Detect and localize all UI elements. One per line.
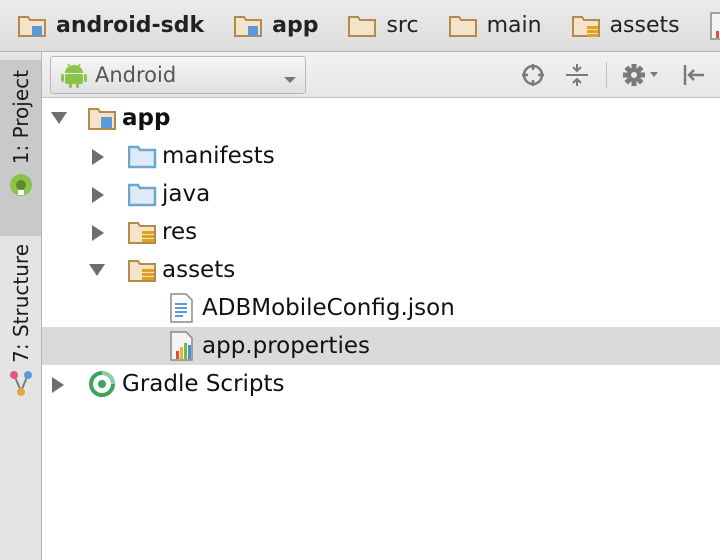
tree-row-label: res (162, 219, 198, 245)
properties-file-icon (709, 11, 720, 40)
tool-window-tab-project[interactable]: 1: Project (0, 60, 41, 236)
breadcrumb: android-sdk app src main assets a (0, 0, 720, 52)
folder-icon (128, 145, 157, 169)
view-mode-dropdown[interactable]: Android (50, 56, 306, 94)
tool-window-strip: 1: Project 7: Structure (0, 52, 42, 560)
chevron-down-icon (283, 70, 297, 89)
resource-folder-icon (128, 222, 156, 244)
project-tab-label: 1: Project (8, 70, 33, 165)
folder-icon (448, 14, 479, 38)
collapsed-arrow-icon[interactable] (90, 148, 106, 166)
tree-row-label: assets (162, 257, 236, 283)
breadcrumb-item-android-sdk[interactable]: android-sdk (0, 0, 214, 51)
android-icon (61, 61, 87, 89)
tree-row-label: manifests (162, 143, 275, 169)
toolbar-divider (606, 62, 607, 88)
module-folder-icon (88, 108, 116, 130)
resource-folder-icon (128, 260, 156, 282)
tree-row-label: app.properties (202, 333, 370, 359)
collapsed-arrow-icon[interactable] (90, 186, 106, 204)
tree-row-manifests[interactable]: manifests (42, 137, 720, 175)
locate-icon (522, 64, 544, 86)
collapsed-arrow-icon[interactable] (50, 376, 66, 394)
tree-row-app-properties[interactable]: app.properties (42, 327, 720, 365)
tree-row-label: java (162, 181, 211, 207)
gradle-icon (89, 371, 115, 397)
android-project-icon (8, 172, 34, 202)
tree-row-app[interactable]: app (42, 99, 720, 137)
tree-row-label: Gradle Scripts (122, 371, 285, 397)
breadcrumb-item-src[interactable]: src (328, 0, 428, 51)
expanded-arrow-icon[interactable] (88, 262, 106, 278)
structure-tab-label: 7: Structure (8, 244, 33, 363)
folder-icon (128, 183, 157, 207)
properties-file-icon (170, 331, 193, 361)
tree-row-res[interactable]: res (42, 213, 720, 251)
breadcrumb-item-main[interactable]: main (429, 0, 552, 51)
project-toolbar: Android (42, 52, 720, 98)
locate-button[interactable] (518, 60, 548, 90)
breadcrumb-item-app[interactable]: app (214, 0, 328, 51)
module-folder-icon (234, 14, 264, 38)
structure-icon (8, 369, 34, 403)
hide-icon (683, 65, 704, 85)
breadcrumb-item-assets[interactable]: assets (552, 0, 690, 51)
hide-button[interactable] (678, 60, 708, 90)
folder-icon (348, 14, 378, 38)
tree-row-label: ADBMobileConfig.json (202, 295, 455, 321)
tree-row-assets[interactable]: assets (42, 251, 720, 289)
view-mode-label: Android (95, 63, 177, 87)
resource-folder-icon (571, 14, 602, 38)
json-file-icon (170, 293, 193, 323)
collapsed-arrow-icon[interactable] (90, 224, 106, 242)
breadcrumb-item-app-properties[interactable]: a (690, 0, 720, 51)
gear-icon (623, 64, 658, 86)
tree-row-adbmobileconfig[interactable]: ADBMobileConfig.json (42, 289, 720, 327)
tree-row-gradle-scripts[interactable]: Gradle Scripts (42, 365, 720, 403)
tree-row-java[interactable]: java (42, 175, 720, 213)
module-folder-icon (18, 14, 48, 38)
collapse-all-icon (566, 64, 588, 86)
tool-window-tab-structure[interactable]: 7: Structure (0, 244, 41, 412)
project-tree: app manifests java res assets ADBMobileC… (42, 98, 720, 560)
collapse-all-button[interactable] (562, 60, 592, 90)
tree-row-label: app (122, 105, 171, 131)
settings-button[interactable] (620, 60, 664, 90)
expanded-arrow-icon[interactable] (50, 110, 68, 126)
